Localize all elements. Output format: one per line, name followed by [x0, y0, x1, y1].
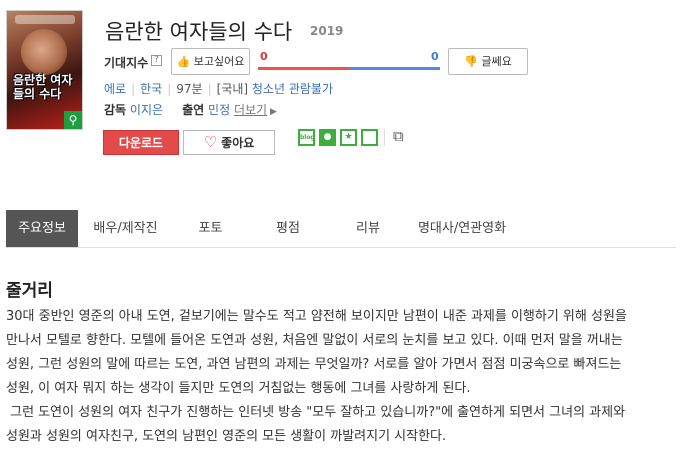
tab-reviews[interactable]: 리뷰: [328, 210, 408, 247]
like-label: 좋아요: [221, 136, 255, 150]
country-link[interactable]: 한국: [140, 82, 162, 96]
release-year: 2019: [310, 24, 344, 38]
synopsis-line: 성원, 그런 성원의 말에 따르는 도연, 과연 남편의 과제는 무엇일까? 서…: [6, 357, 622, 372]
divider: |: [167, 82, 172, 96]
divider: [384, 129, 385, 146]
cast-link[interactable]: 민정: [208, 103, 230, 117]
synopsis-text: 30대 중반인 영준의 아내 도연, 겉보기에는 말수도 적고 얌전해 보이지만…: [6, 305, 676, 449]
synopsis-line: 성원, 이 여자 뭐지 하는 생각이 들지만 도연의 거침없는 행동에 그녀를 …: [6, 381, 471, 396]
star-share-icon[interactable]: ★: [340, 129, 357, 146]
more-cast-link[interactable]: 더보기: [234, 103, 267, 117]
help-icon[interactable]: ?: [151, 55, 162, 66]
director-label: 감독: [104, 103, 127, 117]
heart-icon: ♡: [203, 133, 218, 151]
genre-link[interactable]: 에로: [104, 82, 126, 96]
blog-share-icon[interactable]: blog: [298, 129, 315, 146]
movie-info: 에로 | 한국 | 97분 | [국내] 청소년 관람불가: [104, 80, 333, 97]
tab-ratings[interactable]: 평점: [248, 210, 328, 247]
poster-image: [21, 29, 67, 75]
want-count: 0: [260, 50, 268, 63]
thumbs-up-icon: 👍: [176, 55, 191, 68]
want-bar: [258, 67, 349, 70]
synopsis-line: 성원과 성원의 여자친구, 도연의 남편인 영준의 모든 생활이 까발려지기 시…: [6, 429, 447, 444]
runtime: 97분: [176, 82, 203, 96]
divider: |: [131, 82, 136, 96]
page-title: 음란한 여자들의 수다: [105, 20, 293, 44]
cast-label: 출연: [182, 103, 205, 117]
want-to-see-button[interactable]: 👍 보고싶어요: [171, 48, 250, 75]
divider: |: [207, 82, 212, 96]
tab-photos[interactable]: 포토: [173, 210, 248, 247]
tab-quotes-related[interactable]: 명대사/연관영화: [408, 210, 516, 247]
search-icon[interactable]: ⚲: [64, 111, 82, 129]
expectation-label: 기대지수: [104, 56, 149, 70]
thumbs-down-icon: 👎: [464, 55, 478, 68]
download-button[interactable]: 다운로드: [103, 130, 179, 155]
meh-bar: [349, 67, 440, 70]
credits: 감독 이지은 출연 민정 더보기 ▶: [104, 101, 277, 118]
synopsis-line: 30대 중반인 영준의 아내 도연, 겉보기에는 말수도 적고 얌전해 보이지만…: [6, 309, 627, 324]
movie-poster[interactable]: 음란한 여자들의 수다 ⚲: [6, 10, 83, 130]
synopsis-line: 만나서 모텔로 향한다. 모텔에 들어온 도연과 성원, 처음엔 말없이 서로의…: [6, 333, 623, 348]
poster-title: 음란한 여자들의 수다: [13, 73, 73, 101]
square-share-icon[interactable]: [361, 129, 378, 146]
not-sure-button[interactable]: 👎 글쎄요: [448, 48, 528, 75]
like-button[interactable]: ♡ 좋아요: [183, 130, 275, 155]
chevron-right-icon: ▶: [267, 107, 277, 117]
rating-prefix: [국내]: [216, 82, 249, 96]
tab-cast-crew[interactable]: 배우/제작진: [78, 210, 173, 247]
talk-share-icon[interactable]: ●: [319, 129, 336, 146]
tab-bar: 주요정보 배우/제작진 포토 평점 리뷰 명대사/연관영화: [6, 210, 676, 248]
age-rating: 청소년 관람불가: [251, 82, 334, 96]
not-sure-label: 글쎄요: [481, 55, 512, 68]
synopsis-title: 줄거리: [6, 281, 53, 301]
share-icon[interactable]: ⧉: [393, 127, 404, 145]
tab-main-info[interactable]: 주요정보: [6, 210, 78, 247]
director-link[interactable]: 이지은: [130, 103, 163, 117]
want-to-see-label: 보고싶어요: [193, 55, 245, 68]
synopsis-line: 그런 도연이 성원의 여자 친구가 진행하는 인터넷 방송 "모두 잘하고 있습…: [6, 405, 626, 420]
poster-badge: [15, 15, 75, 24]
meh-count: 0: [431, 50, 439, 63]
